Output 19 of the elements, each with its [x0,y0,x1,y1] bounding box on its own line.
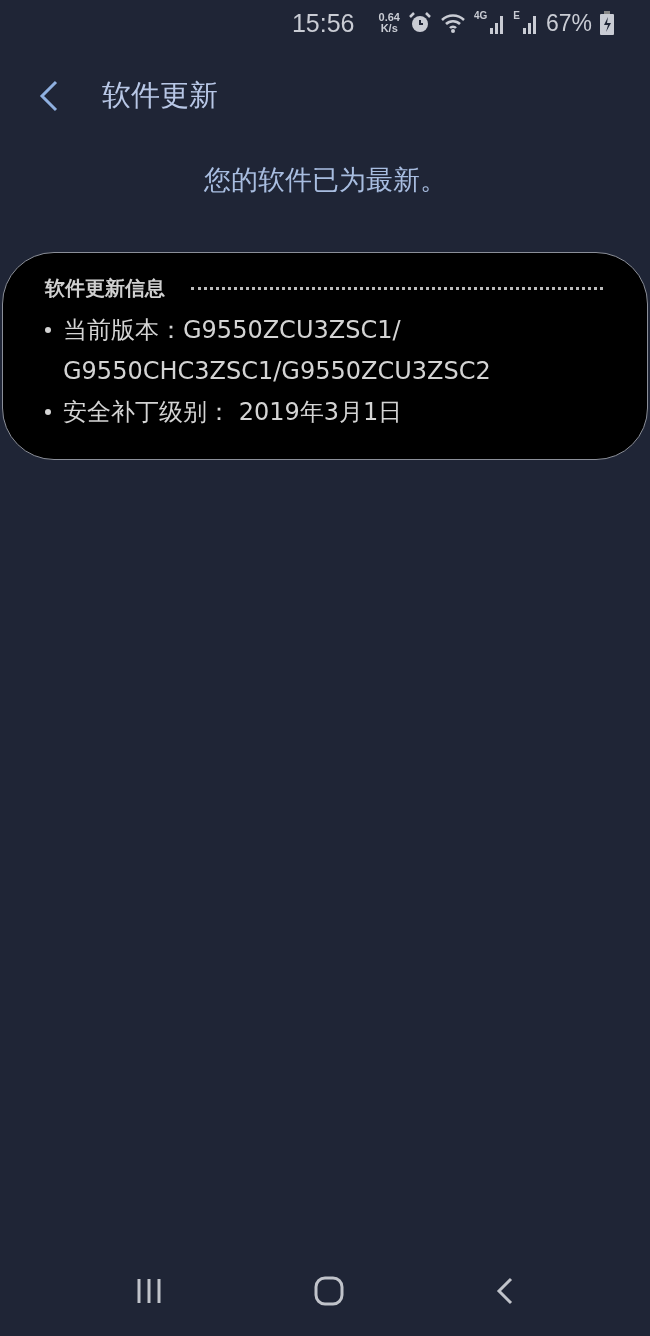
battery-percent: 67% [545,9,592,37]
status-message: 您的软件已为最新。 [202,163,448,197]
network-speed-value: 0.64 [378,12,400,23]
battery-charging-icon [600,11,614,35]
info-text: 当前版本：G9550ZCU3ZSC1/ G9550CHC3ZSC1/G9550ZCU3ZSC2 [63,315,491,387]
clock-time: 15:56 [291,8,355,38]
bullet-icon [45,409,51,415]
network-type-label: E [513,10,520,21]
card-title: 软件更新信息 [45,275,165,302]
network-speed-unit: K/s [380,23,398,34]
recent-apps-icon[interactable] [135,1277,164,1305]
bullet-icon [45,327,51,333]
alarm-icon [407,11,432,35]
info-text: 安全补丁级别： 2019年3月1日 [63,397,403,428]
home-icon[interactable] [314,1276,344,1306]
wifi-icon [439,12,466,34]
screen-title: 软件更新 [102,77,218,114]
back-icon[interactable] [494,1277,515,1305]
network-type-label: 4G [473,10,488,21]
